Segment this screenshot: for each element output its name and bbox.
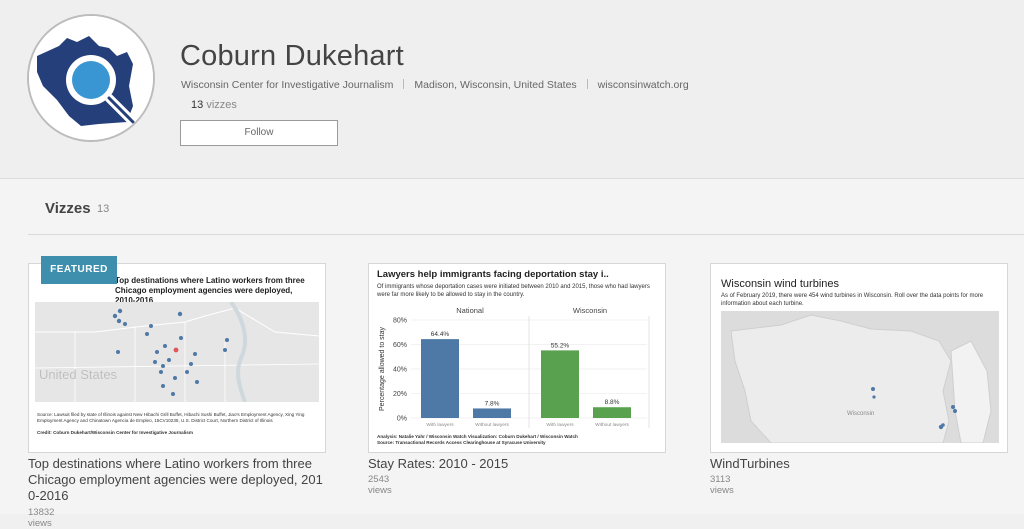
bar: [541, 350, 579, 418]
bar: [421, 339, 459, 418]
y-tick-label: 80%: [393, 318, 407, 325]
thumb-title: Lawyers help immigrants facing deportati…: [377, 269, 609, 280]
profile-header: Coburn Dukehart Wisconsin Center for Inv…: [0, 0, 1024, 178]
wisconsin-magnifier-logo-icon: [29, 16, 153, 140]
x-tick-label: Without lawyers: [475, 422, 509, 428]
y-tick-label: 60%: [393, 342, 407, 349]
us-map-icon: United States United States: [34, 300, 320, 403]
map-region-label: Wisconsin: [847, 411, 874, 417]
viz-count-number: 13: [191, 99, 204, 111]
section-count: 13: [97, 203, 110, 215]
bar: [593, 407, 631, 418]
data-label: 55.2%: [551, 342, 570, 349]
thumb-subtitle: As of February 2019, there were 454 wind…: [721, 293, 984, 307]
data-label: 8.8%: [605, 399, 620, 406]
profile-name: Coburn Dukehart: [180, 40, 404, 72]
data-label: 7.8%: [485, 400, 500, 407]
thumb-subtitle: Of immigrants whose deportation cases we…: [377, 284, 650, 298]
section-title: Vizzes: [45, 200, 91, 217]
x-tick-label: With lawyers: [426, 422, 454, 428]
thumb-title: Wisconsin wind turbines: [721, 278, 839, 290]
viz-views: 13832 views: [28, 507, 55, 529]
viz-thumbnail[interactable]: Lawyers help immigrants facing deportati…: [368, 263, 666, 453]
bar: [473, 408, 511, 418]
data-label: 64.4%: [431, 331, 450, 338]
x-tick-label: With lawyers: [546, 422, 574, 428]
viz-thumbnail[interactable]: Wisconsin wind turbines As of February 2…: [710, 263, 1008, 453]
location-text: Madison, Wisconsin, United States: [414, 79, 577, 91]
avatar[interactable]: [27, 14, 155, 142]
viz-title[interactable]: WindTurbines: [710, 456, 1010, 472]
y-tick-label: 20%: [393, 391, 407, 398]
profile-meta: Wisconsin Center for Investigative Journ…: [181, 79, 689, 91]
thumb-credit: Analysis: Natalie Yahr / Wisconsin Watch…: [377, 434, 578, 439]
viz-count-label: vizzes: [206, 99, 237, 111]
panel-label: Wisconsin: [573, 306, 607, 315]
website-link[interactable]: wisconsinwatch.org: [598, 79, 689, 91]
divider: [586, 79, 588, 89]
follow-button[interactable]: Follow: [180, 120, 338, 146]
featured-badge: FEATURED: [41, 256, 117, 284]
panel-label: National: [456, 306, 484, 315]
viz-thumbnail[interactable]: Top destinations where Latino workers fr…: [28, 263, 326, 453]
y-tick-label: 0%: [397, 416, 407, 423]
x-tick-label: Without lawyers: [595, 422, 629, 428]
divider: [403, 79, 405, 89]
wisconsin-map-icon: Wisconsin: [721, 311, 999, 444]
thumb-source: Source: Transactional Records Access Cle…: [377, 440, 546, 445]
thumb-map: Wisconsin: [721, 311, 999, 444]
viz-views: 3113 views: [710, 474, 734, 496]
viz-title[interactable]: Top destinations where Latino workers fr…: [28, 456, 328, 504]
section-divider: [28, 234, 1024, 235]
viz-title[interactable]: Stay Rates: 2010 - 2015: [368, 456, 668, 472]
thumb-source: Source: Lawsuit filed by state of Illino…: [37, 412, 305, 423]
viz-views: 2543 views: [368, 474, 392, 496]
y-tick-label: 40%: [393, 367, 407, 374]
stay-rates-chart: Percentage allowed to stay 0% 20% 40% 60% 80%…: [379, 306, 650, 428]
y-axis-label: Percentage allowed to stay: [379, 326, 386, 411]
map-region-label-shadow: United States: [39, 367, 118, 382]
thumb-credit: Credit: Coburn Dukehart/Wisconsin Center…: [37, 430, 193, 435]
thumb-map: United States United States: [34, 300, 320, 403]
organization-text: Wisconsin Center for Investigative Journ…: [181, 79, 394, 91]
viz-count: 13 vizzes: [191, 99, 237, 111]
